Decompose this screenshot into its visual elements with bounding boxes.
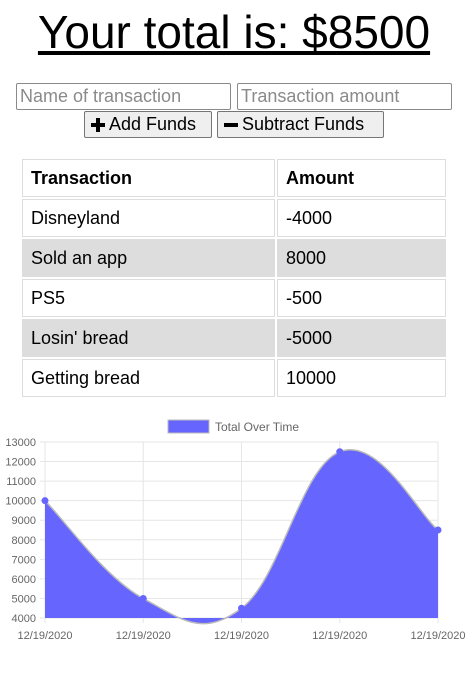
transaction-name-cell: Getting bread — [22, 359, 275, 397]
table-row: PS5 -500 — [22, 279, 446, 317]
x-tick-label: 12/19/2020 — [17, 630, 72, 642]
transaction-amount-cell: -4000 — [277, 199, 446, 237]
transaction-name-cell: Losin' bread — [22, 319, 275, 357]
amount-column-header: Amount — [277, 159, 446, 197]
data-point — [238, 604, 245, 612]
transaction-amount-cell: 10000 — [277, 359, 446, 397]
table-row: Disneyland -4000 — [22, 199, 446, 237]
x-tick-label: 12/19/2020 — [312, 630, 367, 642]
add-funds-label: Add Funds — [109, 114, 197, 134]
add-funds-button[interactable]: Add Funds — [84, 111, 212, 138]
transaction-name-input[interactable] — [16, 83, 231, 110]
transaction-name-cell: PS5 — [22, 279, 275, 317]
transaction-amount-cell: 8000 — [277, 239, 446, 277]
data-point — [336, 448, 344, 456]
y-tick-label: 5000 — [12, 593, 36, 605]
legend-swatch — [167, 419, 210, 434]
total-heading: Your total is: $8500 — [37, 6, 431, 58]
plus-icon — [91, 117, 105, 132]
subtract-funds-label: Subtract Funds — [242, 114, 365, 134]
transaction-name-cell: Disneyland — [22, 199, 275, 237]
y-tick-label: 7000 — [12, 554, 36, 566]
table-header-row: Transaction Amount — [22, 159, 446, 197]
y-tick-label: 6000 — [12, 574, 36, 586]
x-tick-label: 12/19/2020 — [214, 630, 269, 642]
table-row: Sold an app 8000 — [22, 239, 446, 277]
transaction-form — [16, 83, 456, 110]
x-tick-label: 12/19/2020 — [116, 630, 171, 642]
table-row: Getting bread 10000 — [22, 359, 446, 397]
total-over-time-chart: 4000 5000 6000 7000 8000 9000 10000 11000 12000 1… — [5, 419, 466, 642]
y-tick-label: 10000 — [5, 496, 36, 508]
transaction-column-header: Transaction — [22, 159, 275, 197]
table-row: Losin' bread -5000 — [22, 319, 446, 357]
legend-label: Total Over Time — [215, 420, 299, 434]
transaction-amount-cell: -5000 — [277, 319, 446, 357]
transactions-table: Transaction Amount Disneyland -4000 Sold… — [20, 157, 448, 399]
subtract-funds-button[interactable]: Subtract Funds — [217, 111, 384, 138]
y-tick-label: 8000 — [12, 535, 36, 547]
transaction-amount-cell: -500 — [277, 279, 446, 317]
y-tick-label: 4000 — [12, 613, 36, 625]
data-point — [41, 497, 49, 505]
y-tick-label: 12000 — [5, 457, 36, 469]
data-point — [434, 526, 442, 534]
y-tick-label: 9000 — [12, 515, 36, 527]
transaction-name-cell: Sold an app — [22, 239, 275, 277]
x-tick-label: 12/19/2020 — [410, 630, 465, 642]
minus-icon — [224, 118, 238, 132]
y-tick-label: 11000 — [6, 476, 36, 488]
transaction-amount-input[interactable] — [237, 83, 452, 110]
data-point — [139, 594, 147, 602]
y-tick-label: 13000 — [5, 437, 36, 449]
